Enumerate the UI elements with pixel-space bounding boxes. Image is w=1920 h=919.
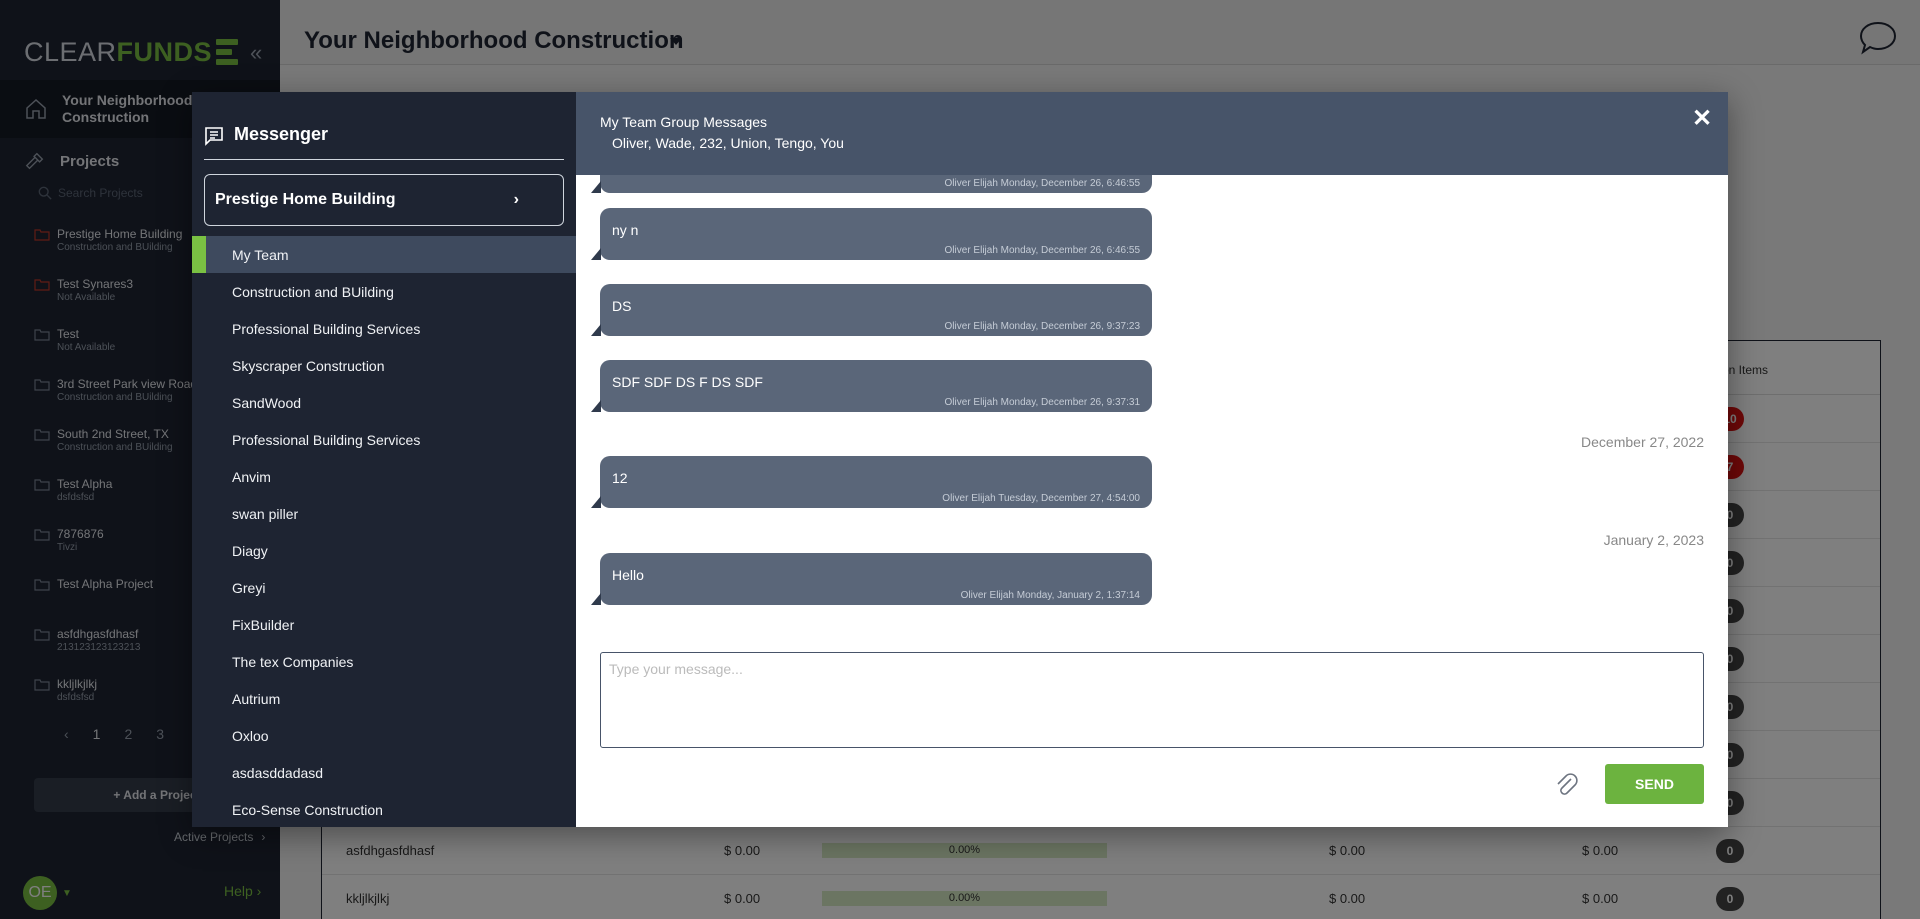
channel-item[interactable]: Autrium — [192, 680, 576, 717]
company-selector[interactable]: Prestige Home Building › — [204, 174, 564, 226]
messenger-modal: Messenger Prestige Home Building › My Te… — [192, 92, 1728, 827]
channel-item[interactable]: The tex Companies — [192, 643, 576, 680]
messenger-header: Messenger — [204, 124, 564, 160]
selected-company: Prestige Home Building — [215, 191, 396, 208]
channel-item[interactable]: swan piller — [192, 495, 576, 532]
message-icon — [205, 127, 223, 146]
message-text: DS — [612, 298, 632, 314]
channel-item[interactable]: Oxloo — [192, 717, 576, 754]
channel-item[interactable]: Construction and BUilding — [192, 273, 576, 310]
message-meta: Oliver Elijah Monday, December 26, 9:37:… — [944, 321, 1140, 332]
channel-item[interactable]: Professional Building Services — [192, 421, 576, 458]
message-bubble: Oliver Elijah Monday, December 26, 6:46:… — [591, 175, 1152, 193]
conversation-header: My Team Group Messages Oliver, Wade, 232… — [576, 92, 1728, 175]
channel-item[interactable]: Greyi — [192, 569, 576, 606]
message-meta: Oliver Elijah Monday, December 26, 6:46:… — [944, 178, 1140, 189]
message-bubble: 12 Oliver Elijah Tuesday, December 27, 4… — [591, 456, 1152, 508]
message-meta: Oliver Elijah Monday, December 26, 9:37:… — [944, 397, 1140, 408]
message-text: 12 — [612, 470, 628, 486]
messenger-title: Messenger — [234, 124, 329, 144]
message-thread[interactable]: Oliver Elijah Monday, December 26, 6:46:… — [576, 175, 1728, 715]
channel-item[interactable]: Diagy — [192, 532, 576, 569]
message-text: SDF SDF DS F DS SDF — [612, 374, 763, 390]
date-separator: January 2, 2023 — [1603, 532, 1704, 548]
channel-item[interactable]: My Team — [192, 236, 576, 273]
message-meta: Oliver Elijah Tuesday, December 27, 4:54… — [942, 493, 1140, 504]
message-bubble: Hello Oliver Elijah Monday, January 2, 1… — [591, 553, 1152, 605]
channel-item[interactable]: SandWood — [192, 384, 576, 421]
message-text: ny n — [612, 222, 639, 238]
message-bubble: SDF SDF DS F DS SDF Oliver Elijah Monday… — [591, 360, 1152, 412]
group-title: My Team Group Messages — [600, 114, 768, 130]
channel-item[interactable]: Eco-Sense Construction — [192, 791, 576, 827]
send-button[interactable]: SEND — [1605, 764, 1704, 804]
message-bubble: ny n Oliver Elijah Monday, December 26, … — [591, 208, 1152, 260]
message-input[interactable] — [600, 652, 1704, 748]
channel-item[interactable]: Skyscraper Construction — [192, 347, 576, 384]
message-text: Hello — [612, 567, 644, 583]
channel-item[interactable]: asdasddadasd — [192, 754, 576, 791]
messenger-sidebar: Messenger Prestige Home Building › My Te… — [192, 92, 576, 827]
chevron-right-icon: › — [513, 191, 519, 208]
message-meta: Oliver Elijah Monday, January 2, 1:37:14 — [960, 590, 1140, 601]
channel-list: My Team Construction and BUilding Profes… — [192, 236, 576, 827]
channel-item[interactable]: FixBuilder — [192, 606, 576, 643]
date-separator: December 27, 2022 — [1581, 434, 1704, 450]
paperclip-icon[interactable] — [1554, 772, 1578, 798]
message-bubble: DS Oliver Elijah Monday, December 26, 9:… — [591, 284, 1152, 336]
channel-item[interactable]: Anvim — [192, 458, 576, 495]
message-meta: Oliver Elijah Monday, December 26, 6:46:… — [944, 245, 1140, 256]
channel-item[interactable]: Professional Building Services — [192, 310, 576, 347]
conversation-panel: My Team Group Messages Oliver, Wade, 232… — [576, 92, 1728, 827]
group-members: Oliver, Wade, 232, Union, Tengo, You — [612, 135, 844, 151]
close-icon[interactable]: ✕ — [1692, 104, 1712, 133]
